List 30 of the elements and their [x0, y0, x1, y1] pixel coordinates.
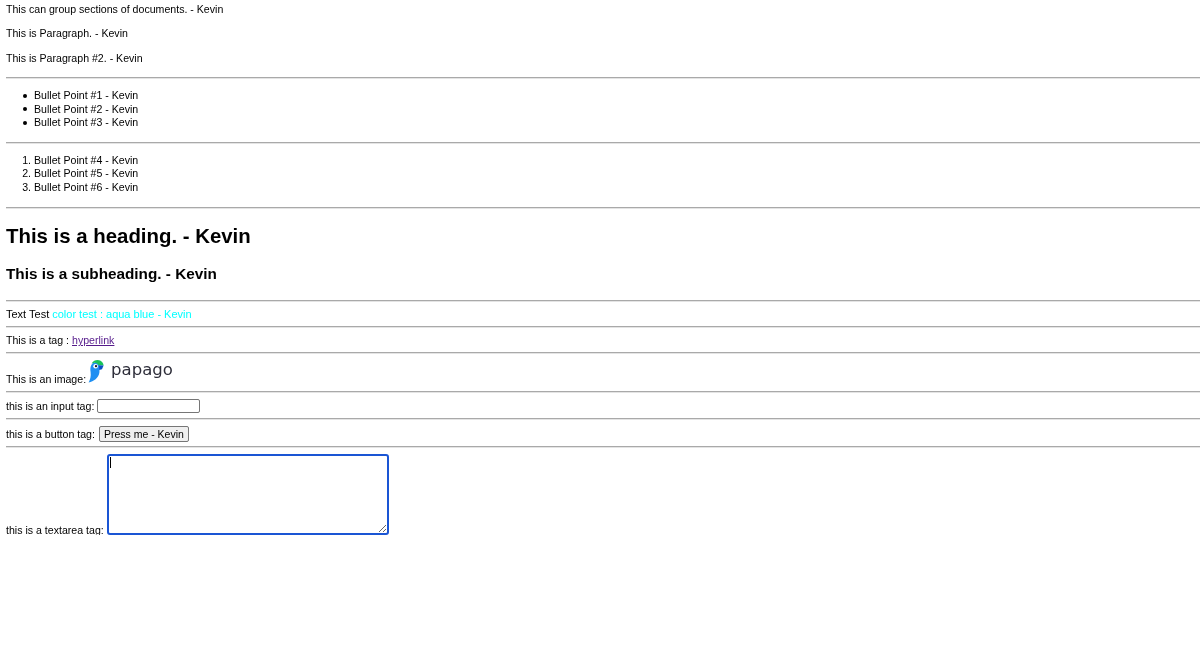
hyperlink[interactable]: hyperlink: [72, 333, 115, 347]
input-field[interactable]: [97, 399, 201, 413]
bullet-icon: [23, 93, 27, 98]
list-item-text: Bullet Point #6 - Kevin: [34, 180, 139, 194]
paragraph: This is Paragraph. - Kevin: [6, 26, 128, 40]
link-label: This is a tag :: [6, 333, 69, 347]
button-label: this is a button tag:: [6, 427, 95, 441]
list-item-text: Bullet Point #2 - Kevin: [34, 102, 139, 116]
list-item-text: Bullet Point #4 - Kevin: [34, 153, 139, 167]
test-text: color test : aqua blue - Kevin: [52, 307, 192, 321]
image-label: This is an image:: [6, 372, 87, 386]
list-number: 1.: [22, 153, 31, 167]
test-text: Text Test: [6, 307, 50, 321]
bullet-icon: [23, 107, 27, 112]
parrot-icon: [88, 359, 105, 383]
textarea-field[interactable]: [106, 454, 389, 535]
input-label: this is an input tag:: [6, 399, 95, 413]
text-cursor: [109, 457, 111, 468]
paragraph: This is Paragraph #2. - Kevin: [6, 51, 143, 65]
press-me-button[interactable]: Press me - Kevin: [98, 426, 189, 442]
heading: This is a heading. - Kevin: [6, 224, 251, 249]
list-item-text: Bullet Point #5 - Kevin: [34, 167, 139, 181]
bullet-icon: [23, 120, 27, 125]
list-number: 3.: [22, 180, 31, 194]
list-number: 2.: [22, 167, 31, 181]
logo-text: papago: [111, 359, 173, 380]
list-item-text: Bullet Point #3 - Kevin: [34, 116, 139, 130]
list-item-text: Bullet Point #1 - Kevin: [34, 89, 139, 103]
intro-text: This can group sections of documents. - Kevin: [6, 2, 224, 16]
subheading: This is a subheading. - Kevin: [6, 264, 217, 284]
